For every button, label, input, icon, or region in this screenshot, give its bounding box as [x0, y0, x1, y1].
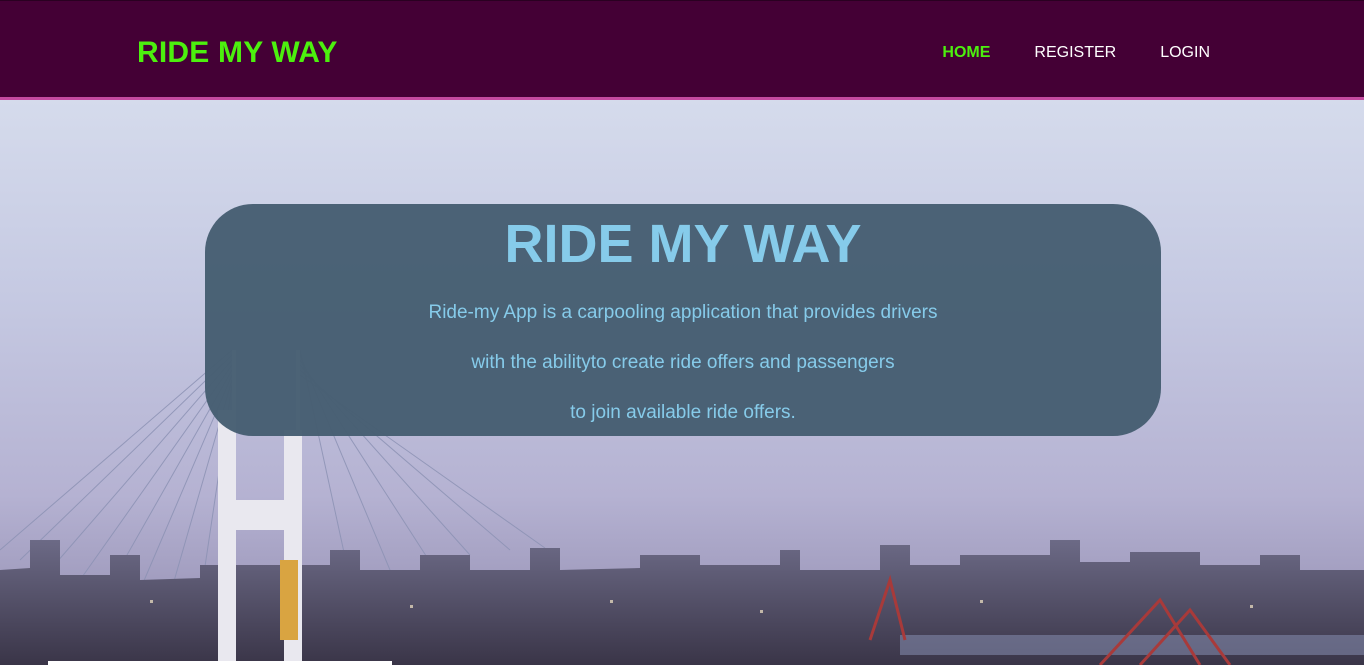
brand-logo-link[interactable]: RIDE MY WAY	[137, 35, 338, 71]
main-nav: HOME REGISTER LOGIN	[942, 43, 1210, 63]
hero-description: Ride-my App is a carpooling application …	[205, 272, 1161, 438]
hero-card: RIDE MY WAY Ride-my App is a carpooling …	[205, 204, 1161, 436]
bottom-bar-fragment	[48, 661, 392, 665]
hero-description-line: to join available ride offers.	[570, 402, 796, 423]
hero-title: RIDE MY WAY	[504, 214, 862, 274]
nav-login-link[interactable]: LOGIN	[1160, 43, 1210, 63]
nav-home-link[interactable]: HOME	[942, 43, 990, 63]
hero-description-line: with the abilityto create ride offers an…	[471, 352, 895, 373]
top-navbar: RIDE MY WAY HOME REGISTER LOGIN	[0, 0, 1364, 100]
hero-description-line: Ride-my App is a carpooling application …	[428, 302, 938, 323]
nav-register-link[interactable]: REGISTER	[1034, 43, 1116, 63]
page: RIDE MY WAY HOME REGISTER LOGIN RIDE MY …	[0, 0, 1364, 665]
